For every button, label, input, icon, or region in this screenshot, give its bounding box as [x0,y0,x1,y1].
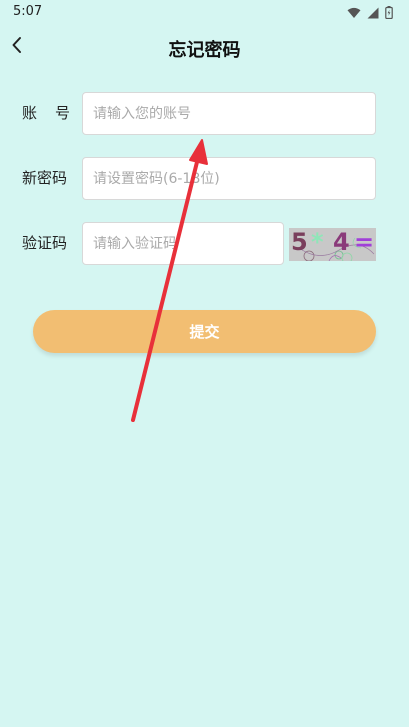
nav-bar: 忘记密码 [0,26,409,68]
new-password-input[interactable] [82,157,376,200]
wifi-icon [347,4,361,23]
account-input[interactable] [82,92,376,135]
status-icons [347,4,393,23]
captcha-char-4: = [354,228,375,256]
captcha-char-1: 5 [291,228,308,256]
submit-button[interactable]: 提交 [33,310,376,353]
captcha-image[interactable]: 5 * 4 = [289,228,376,261]
account-label-char-1: 账 [22,104,38,122]
account-label-char-2: 号 [54,104,70,122]
status-time: 5:07 [13,4,43,19]
verification-label: 验证码 [22,234,68,252]
battery-icon [385,4,393,23]
captcha-char-2: * [311,228,324,256]
status-bar: 5:07 [0,0,409,24]
captcha-char-3: 4 [333,228,350,256]
new-password-label: 新密码 [22,169,68,187]
account-label: 账 号 [22,92,70,135]
verification-input[interactable] [82,222,284,265]
page-title: 忘记密码 [168,40,241,61]
signal-icon [367,4,379,23]
